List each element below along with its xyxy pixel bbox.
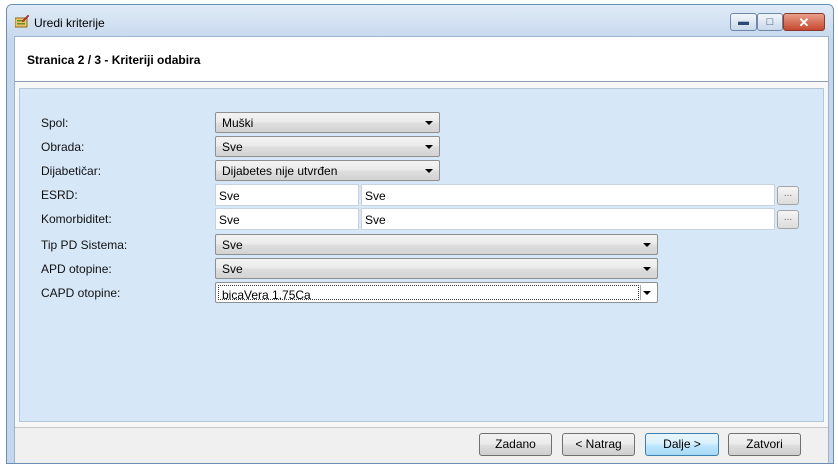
komorbiditet-code-field[interactable]: Sve — [215, 208, 359, 230]
edit-icon — [15, 15, 29, 28]
close-icon: ✕ — [798, 14, 810, 30]
tip-pd-value: Sve — [222, 238, 243, 252]
obrada-value: Sve — [222, 140, 243, 154]
minimize-icon: ▬ — [738, 15, 749, 28]
title-bar[interactable]: Uredi kriterije ▬ □ ✕ — [7, 5, 833, 39]
maximize-button[interactable]: □ — [757, 13, 783, 31]
dialog-content: Stranica 2 / 3 - Kriteriji odabira Spol:… — [14, 36, 829, 463]
tip-pd-label: Tip PD Sistema: — [41, 238, 128, 252]
criteria-form: Spol: Muški Obrada: Sve Dijabetičar: Dij… — [19, 88, 824, 422]
chevron-down-icon — [643, 291, 651, 295]
dijabeticar-label: Dijabetičar: — [41, 164, 102, 178]
obrada-label: Obrada: — [41, 140, 85, 154]
next-button[interactable]: Dalje > — [645, 433, 719, 456]
chevron-down-icon — [643, 267, 651, 271]
chevron-down-icon — [425, 169, 433, 173]
page-header: Stranica 2 / 3 - Kriteriji odabira — [15, 37, 828, 82]
apd-value: Sve — [222, 262, 243, 276]
dropdown-separator — [640, 285, 641, 300]
esrd-code-field[interactable]: Sve — [215, 184, 359, 206]
window-title: Uredi kriterije — [34, 16, 105, 30]
maximize-icon: □ — [766, 15, 774, 28]
close-button[interactable]: ✕ — [783, 13, 825, 31]
capd-select[interactable]: bicaVera 1.75Ca — [215, 282, 658, 303]
minimize-button[interactable]: ▬ — [730, 13, 757, 31]
esrd-label: ESRD: — [41, 188, 78, 202]
dialog-footer: Zadano < Natrag Dalje > Zatvori — [15, 427, 828, 463]
komorbiditet-description-field[interactable]: Sve — [361, 208, 775, 230]
esrd-description-field[interactable]: Sve — [361, 184, 775, 206]
dialog-window: Uredi kriterije ▬ □ ✕ Stranica 2 / 3 - K… — [6, 4, 834, 464]
tip-pd-select[interactable]: Sve — [215, 234, 658, 255]
komorbiditet-label: Komorbiditet: — [41, 212, 112, 226]
spol-select[interactable]: Muški — [215, 112, 440, 133]
komorbiditet-browse-button[interactable]: ... — [777, 210, 799, 229]
page-title: Stranica 2 / 3 - Kriteriji odabira — [27, 53, 201, 67]
komorbiditet-code-value: Sve — [219, 213, 240, 227]
apd-label: APD otopine: — [41, 262, 112, 276]
komorbiditet-description-value: Sve — [365, 213, 386, 227]
chevron-down-icon — [425, 121, 433, 125]
capd-label: CAPD otopine: — [41, 286, 121, 300]
chevron-down-icon — [425, 145, 433, 149]
esrd-code-value: Sve — [219, 189, 240, 203]
esrd-description-value: Sve — [365, 189, 386, 203]
close-dialog-button[interactable]: Zatvori — [728, 433, 801, 456]
dijabeticar-select[interactable]: Dijabetes nije utvrđen — [215, 160, 440, 181]
spol-label: Spol: — [41, 116, 69, 130]
back-button[interactable]: < Natrag — [562, 433, 635, 456]
esrd-browse-button[interactable]: ... — [777, 186, 799, 205]
focus-rect: bicaVera 1.75Ca — [218, 285, 639, 302]
dijabeticar-value: Dijabetes nije utvrđen — [222, 164, 338, 178]
spol-value: Muški — [222, 116, 254, 130]
default-button[interactable]: Zadano — [479, 433, 552, 456]
chevron-down-icon — [643, 243, 651, 247]
capd-value: bicaVera 1.75Ca — [222, 288, 311, 302]
apd-select[interactable]: Sve — [215, 258, 658, 279]
obrada-select[interactable]: Sve — [215, 136, 440, 157]
